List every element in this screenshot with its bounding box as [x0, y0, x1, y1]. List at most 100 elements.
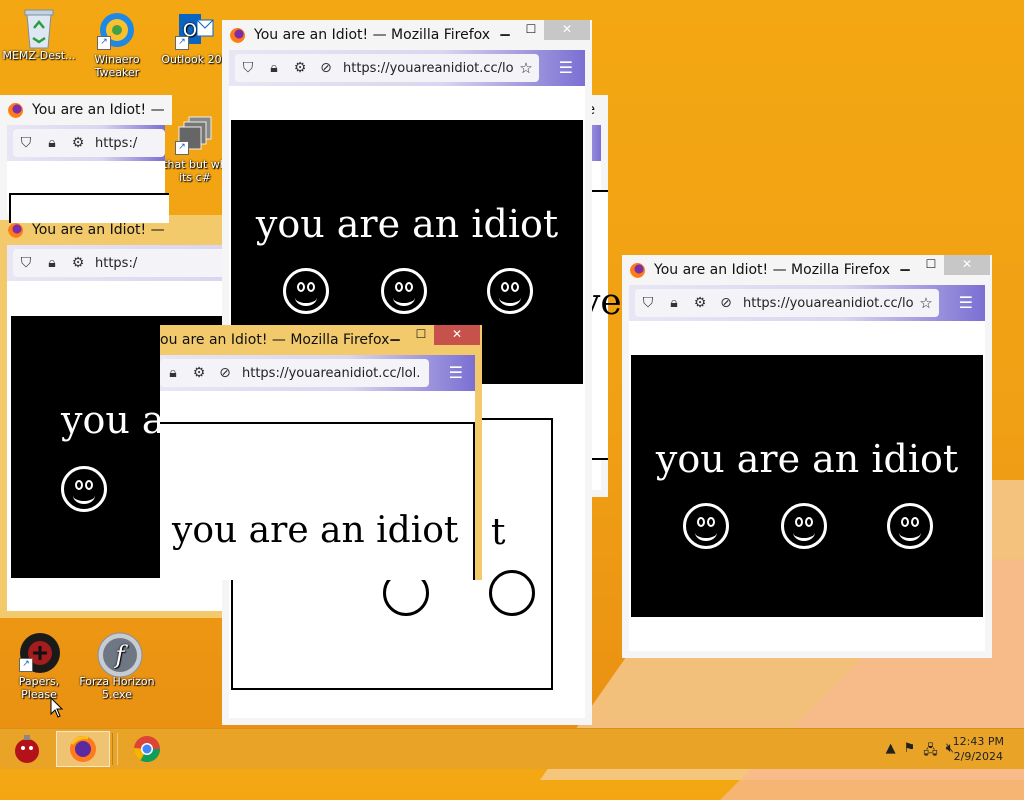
idiot-message: you are an idiot: [655, 437, 959, 481]
firefox-icon: [8, 223, 23, 238]
maximize-button[interactable]: ☐: [408, 325, 434, 345]
window-title: You are an Idiot! — Mozilla Firefox: [254, 27, 491, 43]
taskbar: ▲ ⚑ 🖧︎ 🔇︎ 12:43 PM 2/9/2024: [0, 728, 1024, 769]
hamburger-menu-icon[interactable]: ☰: [559, 58, 573, 77]
url-text: https://youareanidiot.cc/lol.: [242, 365, 421, 381]
permissions-icon: ⚙: [293, 60, 307, 76]
system-tray: ▲ ⚑ 🖧︎ 🔇︎: [886, 741, 954, 763]
stack-icon: ↗: [175, 115, 215, 155]
close-button[interactable]: ✕: [544, 20, 590, 40]
navigation-bar: ⛉ 🔒︎ ⚙ https:/: [7, 125, 165, 161]
window-title: You are an Idiot! —: [32, 102, 165, 118]
bookmark-star-icon[interactable]: ☆: [513, 59, 539, 77]
clock-date: 2/9/2024: [953, 750, 1004, 763]
url-bar[interactable]: ⛉ 🔒︎ ⚙ https:/: [13, 129, 165, 157]
outlook-icon: O ↗: [175, 10, 215, 50]
smiley-icon: [887, 503, 933, 549]
smiley-icon: [283, 268, 329, 314]
idiot-message: you are an idiot: [172, 510, 459, 551]
firefox-window-right[interactable]: You are an Idiot! — Mozilla Firefox ▁ ☐ …: [622, 255, 992, 658]
desktop-icon-label: Winaero Tweaker: [94, 53, 140, 79]
autoplay-blocked-icon: ⊘: [320, 60, 332, 76]
smiley-icon: [781, 503, 827, 549]
url-bar[interactable]: ⛉ 🔒︎ ⚙ ⊘ https://youareanidiot.cc/lol. ☆: [235, 54, 539, 82]
url-text: https://youareanidiot.cc/lol.: [743, 295, 913, 311]
bookmark-star-icon[interactable]: ☆: [913, 294, 939, 312]
url-bar[interactable]: ⛉ 🔒︎ ⚙ ⊘ https://youareanidiot.cc/lol. ☆: [635, 289, 939, 317]
desktop-icon-papers-please[interactable]: ↗ Papers, Please: [0, 632, 78, 701]
recycle-bin-icon: [19, 6, 59, 49]
window-titlebar[interactable]: You are an Idiot! — Mozilla Firefox ▁ ☐ …: [622, 255, 992, 285]
window-titlebar[interactable]: You are an Idiot! —: [0, 95, 172, 125]
permissions-icon: ⚙: [192, 365, 206, 381]
minimize-button[interactable]: ▁: [892, 255, 918, 275]
shortcut-arrow-icon: ↗: [19, 658, 33, 672]
window-titlebar[interactable]: ou are an Idiot! — Mozilla Firefox ▁ ☐ ✕: [160, 325, 482, 355]
desktop-icon-label: Papers, Please: [18, 675, 60, 701]
smiley-icon: [381, 268, 427, 314]
shortcut-arrow-icon: ↗: [175, 36, 189, 50]
lock-icon: 🔒︎: [48, 135, 56, 151]
smiley-icon: [487, 268, 533, 314]
lock-icon: 🔒︎: [48, 255, 56, 271]
maximize-button[interactable]: ☐: [518, 20, 544, 40]
chrome-icon: [133, 736, 161, 763]
hamburger-menu-icon[interactable]: ☰: [449, 363, 463, 382]
taskbar-firefox[interactable]: [56, 731, 110, 767]
page-frame: [9, 193, 169, 223]
smiley-icon-dark: [489, 570, 535, 616]
shield-icon: ⛉: [20, 255, 32, 271]
smiley-icon: [683, 503, 729, 549]
flash-icon: f: [97, 632, 143, 678]
taskbar-memz[interactable]: [0, 731, 54, 767]
minimize-button[interactable]: ▁: [382, 325, 408, 345]
autoplay-blocked-icon: ⊘: [720, 295, 732, 311]
permissions-icon: ⚙: [693, 295, 707, 311]
autoplay-blocked-icon: ⊘: [219, 365, 231, 381]
shield-icon: ⛉: [20, 135, 32, 151]
window-title: You are an Idiot! —: [32, 222, 165, 238]
network-icon[interactable]: 🖧︎: [923, 741, 938, 763]
papers-please-icon: ↗: [19, 632, 60, 673]
page-frame: you are an idiot: [160, 422, 475, 580]
lock-icon: 🔒︎: [670, 295, 678, 311]
firefox-icon: [230, 28, 245, 43]
permissions-icon: ⚙: [71, 135, 85, 151]
hamburger-menu-icon[interactable]: ☰: [959, 293, 973, 312]
close-button[interactable]: ✕: [434, 325, 480, 345]
page-content: you are an idiot: [631, 355, 983, 617]
window-titlebar[interactable]: You are an Idiot! — Mozilla Firefox ▁ ☐ …: [222, 20, 592, 50]
firefox-window-left-upper[interactable]: You are an Idiot! — ⛉ 🔒︎ ⚙ https:/: [0, 95, 172, 223]
taskbar-separator: [112, 733, 118, 765]
show-hidden-icons-chevron-icon[interactable]: ▲: [886, 741, 896, 763]
lock-icon: 🔒︎: [169, 365, 177, 381]
navigation-bar: ⛉ 🔒︎ ⚙ ⊘ https://youareanidiot.cc/lol. ☆…: [229, 50, 585, 86]
smiley-icon: [61, 466, 107, 512]
shield-icon: ⛉: [642, 295, 654, 311]
maximize-button[interactable]: ☐: [918, 255, 944, 275]
clock-time: 12:43 PM: [952, 735, 1004, 748]
navigation-bar: ⛉ 🔒︎ ⚙ ⊘ https://youareanidiot.cc/lol. ☆…: [629, 285, 985, 321]
desktop-icon-label: MEMZ-Dest...: [2, 49, 76, 62]
close-button[interactable]: ✕: [944, 255, 990, 275]
memz-icon: [15, 735, 39, 763]
desktop-icon-winaero[interactable]: ↗ Winaero Tweaker: [78, 10, 156, 79]
desktop-icon-forza[interactable]: f Forza Horizon 5.exe: [78, 632, 156, 701]
window-title: ou are an Idiot! — Mozilla Firefox: [160, 332, 390, 348]
action-center-flag-icon[interactable]: ⚑: [904, 741, 916, 763]
minimize-button[interactable]: ▁: [492, 20, 518, 40]
navigation-bar: 🔒︎ ⚙ ⊘ https://youareanidiot.cc/lol. ☰: [160, 355, 475, 391]
firefox-window-middle[interactable]: ou are an Idiot! — Mozilla Firefox ▁ ☐ ✕…: [160, 325, 482, 580]
clock[interactable]: 12:43 PM 2/9/2024: [953, 734, 1004, 764]
taskbar-chrome[interactable]: [120, 731, 174, 767]
shield-icon: ⛉: [242, 60, 254, 76]
shortcut-arrow-icon: ↗: [175, 141, 189, 155]
permissions-icon: ⚙: [71, 255, 85, 271]
url-text: https:/: [95, 135, 138, 151]
lock-icon: 🔒︎: [270, 60, 278, 76]
winaero-icon: ↗: [97, 10, 137, 50]
url-text: https://youareanidiot.cc/lol.: [343, 60, 513, 76]
desktop-icon-memz[interactable]: MEMZ-Dest...: [0, 6, 78, 62]
fragment-text: t: [491, 512, 506, 553]
url-bar[interactable]: 🔒︎ ⚙ ⊘ https://youareanidiot.cc/lol.: [160, 359, 429, 387]
